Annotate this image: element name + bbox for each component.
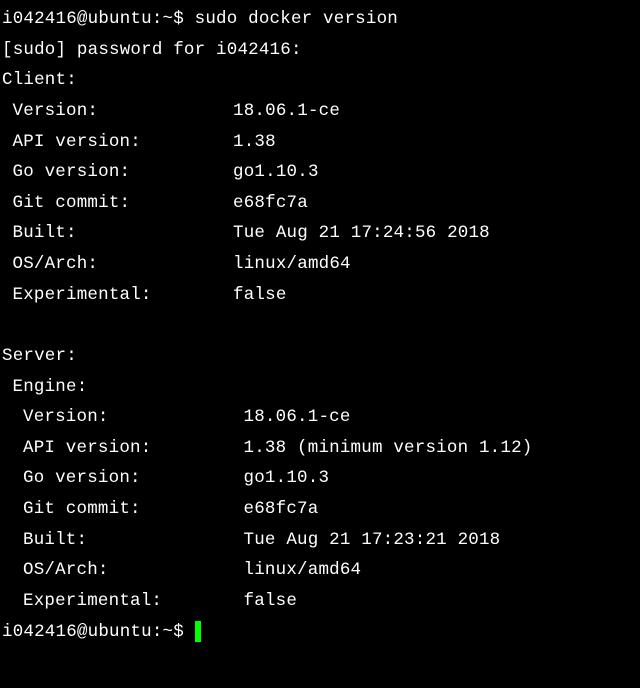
server-key: Git commit:: [23, 494, 244, 525]
server-row: Built:Tue Aug 21 17:23:21 2018: [2, 525, 640, 556]
server-key: OS/Arch:: [23, 555, 244, 586]
server-key: Version:: [23, 402, 244, 433]
server-row: Git commit:e68fc7a: [2, 494, 640, 525]
client-row: Go version:go1.10.3: [2, 157, 640, 188]
client-row: Git commit:e68fc7a: [2, 188, 640, 219]
server-value: go1.10.3: [244, 463, 330, 494]
prompt-userhost: i042416@ubuntu: [2, 9, 152, 29]
client-key: Go version:: [13, 157, 234, 188]
server-row: OS/Arch:linux/amd64: [2, 555, 640, 586]
sudo-password-line: [sudo] password for i042416:: [2, 35, 640, 66]
server-value: false: [244, 586, 298, 617]
server-value: 1.38 (minimum version 1.12): [244, 433, 533, 464]
client-header: Client:: [2, 65, 640, 96]
prompt-sep: :: [152, 622, 163, 642]
client-row: API version:1.38: [2, 127, 640, 158]
prompt-sigil: $: [173, 622, 194, 642]
engine-header: Engine:: [2, 372, 640, 403]
prompt-line-1: i042416@ubuntu:~$ sudo docker version: [2, 4, 640, 35]
client-value: 1.38: [233, 127, 276, 158]
client-row: Version:18.06.1-ce: [2, 96, 640, 127]
prompt-sigil: $: [173, 9, 194, 29]
client-key: Built:: [13, 218, 234, 249]
server-key: API version:: [23, 433, 244, 464]
client-key: Experimental:: [13, 280, 234, 311]
server-header: Server:: [2, 341, 640, 372]
client-value: e68fc7a: [233, 188, 308, 219]
server-row: Version:18.06.1-ce: [2, 402, 640, 433]
blank-line: [2, 310, 640, 341]
server-row: Go version:go1.10.3: [2, 463, 640, 494]
cursor-block[interactable]: [195, 621, 202, 641]
prompt-path: ~: [163, 622, 174, 642]
client-key: API version:: [13, 127, 234, 158]
server-value: 18.06.1-ce: [244, 402, 351, 433]
server-value: Tue Aug 21 17:23:21 2018: [244, 525, 501, 556]
prompt-line-2[interactable]: i042416@ubuntu:~$: [2, 617, 640, 648]
client-row: OS/Arch:linux/amd64: [2, 249, 640, 280]
server-key: Go version:: [23, 463, 244, 494]
client-value: 18.06.1-ce: [233, 96, 340, 127]
client-row: Built:Tue Aug 21 17:24:56 2018: [2, 218, 640, 249]
prompt-userhost: i042416@ubuntu: [2, 622, 152, 642]
client-value: false: [233, 280, 287, 311]
prompt-sep: :: [152, 9, 163, 29]
command-text: sudo docker version: [195, 9, 398, 29]
server-key: Experimental:: [23, 586, 244, 617]
server-row: API version:1.38 (minimum version 1.12): [2, 433, 640, 464]
server-value: linux/amd64: [244, 555, 362, 586]
prompt-path: ~: [163, 9, 174, 29]
client-value: linux/amd64: [233, 249, 351, 280]
server-value: e68fc7a: [244, 494, 319, 525]
client-key: Version:: [13, 96, 234, 127]
client-row: Experimental:false: [2, 280, 640, 311]
client-value: go1.10.3: [233, 157, 319, 188]
client-key: OS/Arch:: [13, 249, 234, 280]
client-key: Git commit:: [13, 188, 234, 219]
client-value: Tue Aug 21 17:24:56 2018: [233, 218, 490, 249]
server-row: Experimental:false: [2, 586, 640, 617]
server-key: Built:: [23, 525, 244, 556]
